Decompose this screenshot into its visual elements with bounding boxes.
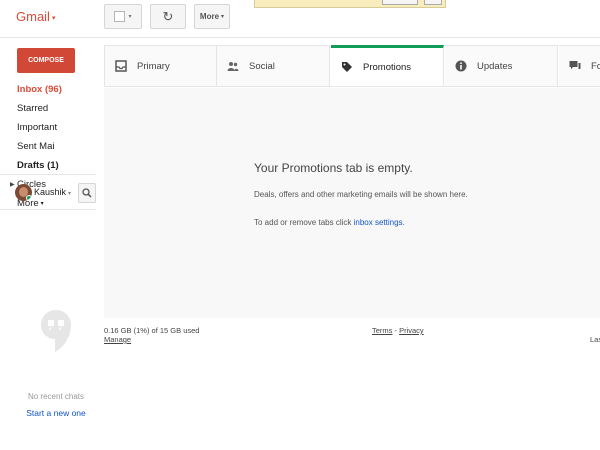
start-chat-link[interactable]: Start a new one (0, 408, 112, 418)
inbox-icon (115, 60, 127, 72)
people-icon (227, 60, 239, 72)
sidebar-item-drafts[interactable]: Drafts (1) (0, 156, 96, 175)
tab-primary[interactable]: Primary (104, 45, 217, 86)
help-suffix: . (402, 218, 405, 227)
refresh-icon: ↻ (162, 8, 174, 24)
hangouts-user-row: Kaushik ▾ (0, 174, 96, 210)
sidebar-item-inbox[interactable]: Inbox (96) (0, 80, 96, 99)
help-text: To add or remove tabs click (254, 218, 354, 227)
storage-usage: 0.16 GB (1%) of 15 GB used (104, 326, 200, 335)
chevron-down-icon: ▾ (51, 14, 56, 22)
notification-button[interactable] (382, 0, 418, 5)
hangouts-icon (41, 310, 71, 352)
sidebar-item-starred[interactable]: Starred (0, 99, 96, 118)
sidebar-item-important[interactable]: Important (0, 118, 96, 137)
chevron-down-icon: ▾ (221, 14, 225, 20)
sidebar-item-label: Inbox (96) (17, 84, 62, 95)
search-icon (82, 188, 92, 198)
notification-bar (254, 0, 446, 8)
gmail-menu[interactable]: Gmail ▾ (16, 9, 55, 24)
compose-button[interactable]: COMPOSE (17, 48, 75, 73)
tab-label: Primary (137, 60, 170, 72)
sidebar-item-sent[interactable]: Sent Mai (0, 137, 96, 156)
info-icon (455, 60, 467, 72)
privacy-link[interactable]: Privacy (399, 326, 424, 335)
avatar[interactable] (15, 184, 32, 201)
category-tabs: Primary Social Promotions Updates Forur (104, 45, 600, 87)
gmail-label: Gmail (16, 9, 50, 24)
top-toolbar: Gmail ▾ ▾ ↻ More ▾ (0, 0, 600, 38)
user-name: Kaushik (34, 187, 67, 197)
sidebar-item-label: Sent Mai (17, 141, 55, 152)
online-status-icon (26, 195, 32, 201)
inbox-settings-link[interactable]: inbox settings (354, 218, 403, 227)
notification-close-button[interactable] (424, 0, 442, 5)
tab-label: Forur (591, 60, 600, 72)
tab-label: Social (249, 60, 275, 72)
manage-storage-link[interactable]: Manage (104, 335, 131, 344)
tab-updates[interactable]: Updates (445, 45, 558, 86)
more-label: More (199, 12, 220, 21)
sidebar-item-label: Important (17, 122, 58, 133)
empty-tab-title: Your Promotions tab is empty. (254, 161, 413, 175)
chat-search-button[interactable] (78, 183, 96, 203)
more-button[interactable]: More ▾ (194, 4, 230, 29)
tab-social[interactable]: Social (217, 45, 330, 86)
refresh-button[interactable]: ↻ (150, 4, 186, 29)
tag-icon (341, 61, 353, 73)
select-checkbox-button[interactable]: ▾ (104, 4, 142, 29)
chevron-down-icon: ▾ (68, 191, 72, 197)
last-activity-text: Last (590, 335, 600, 344)
tab-label: Promotions (363, 61, 412, 73)
footer-links: Terms - Privacy (372, 326, 424, 335)
forum-icon (569, 60, 581, 72)
user-menu[interactable]: Kaushik ▾ (34, 187, 71, 197)
sidebar-item-label: Starred (17, 103, 49, 114)
no-chats-text: No recent chats (27, 392, 85, 401)
chevron-down-icon: ▾ (128, 14, 132, 20)
terms-link[interactable]: Terms (372, 326, 392, 335)
sidebar-item-label: Drafts (1) (17, 160, 59, 171)
checkbox-icon (114, 11, 126, 22)
tab-promotions[interactable]: Promotions (331, 45, 444, 86)
tab-label: Updates (477, 60, 513, 72)
tab-forums[interactable]: Forur (559, 45, 600, 86)
message-list-area: Your Promotions tab is empty. Deals, off… (104, 88, 600, 318)
empty-tab-description: Deals, offers and other marketing emails… (254, 190, 468, 199)
empty-tab-help: To add or remove tabs click inbox settin… (254, 218, 405, 227)
